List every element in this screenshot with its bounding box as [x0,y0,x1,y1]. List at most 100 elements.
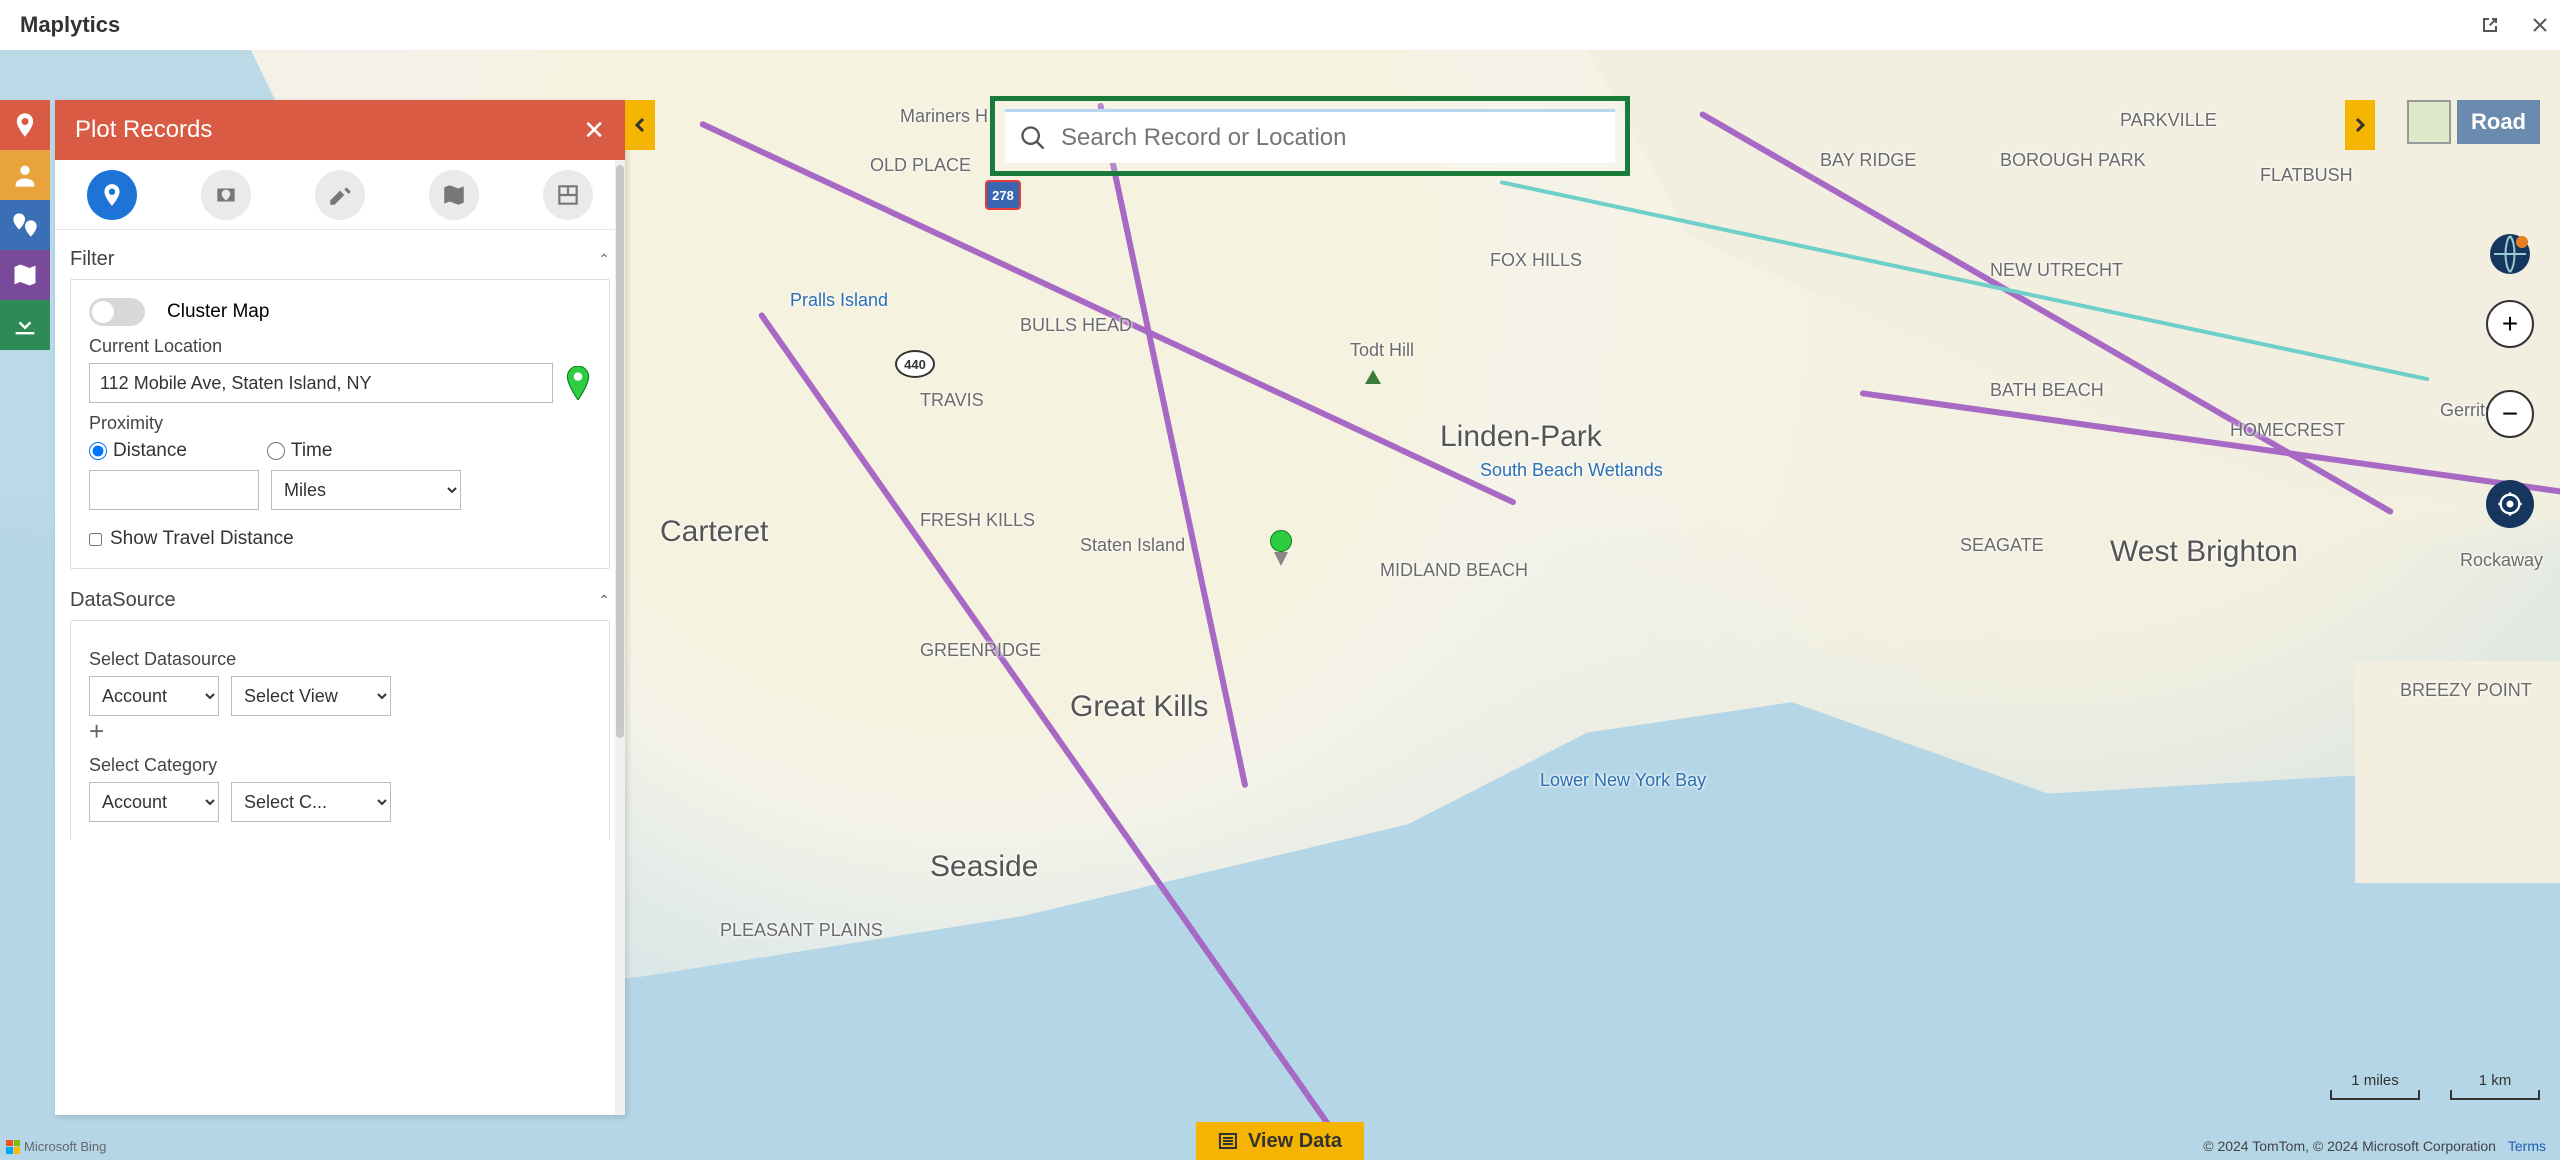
map-label: BULLS HEAD [1020,315,1132,336]
zoom-in-button[interactable]: + [2486,300,2534,348]
title-bar: Maplytics [0,0,2560,50]
current-location-input[interactable] [89,363,553,403]
left-nav [0,100,50,350]
search-input[interactable] [1061,124,1601,152]
map-label: Rockaway [2460,550,2543,571]
panel-body: Filter ⌃ Cluster Map Current Location Pr… [55,230,625,1115]
list-icon [1218,1131,1238,1151]
datasource-select[interactable]: Account [89,676,219,716]
map-label: HOMECREST [2230,420,2345,441]
distance-radio[interactable]: Distance [89,440,187,462]
tab-layout[interactable] [543,170,593,220]
map-label: PLEASANT PLAINS [720,920,883,941]
plot-records-panel: Plot Records ✕ Filter ⌃ Cluster Map Curr… [55,100,625,1115]
map-label: South Beach Wetlands [1480,460,1663,481]
map-label: Carteret [660,515,768,549]
map-label: FRESH KILLS [920,510,1035,531]
map-label: MIDLAND BEACH [1380,560,1528,581]
map-label: NEW UTRECHT [1990,260,2123,281]
view-data-label: View Data [1248,1130,1342,1153]
map-label: BAY RIDGE [1820,150,1916,171]
select-datasource-label: Select Datasource [89,649,591,670]
workspace: 278 440 Mariners H OLD PLACE PARKVILLE BAY … [0,50,2560,1160]
map-label: FOX HILLS [1490,250,1582,271]
search-box [1005,109,1615,163]
map-label: West Brighton [2110,535,2298,569]
globe-icon[interactable] [2486,230,2534,278]
location-pin-icon[interactable] [565,366,591,400]
map-label: Great Kills [1070,690,1208,724]
map-label: Pralls Island [790,290,888,311]
filter-section-header[interactable]: Filter ⌃ [70,240,610,279]
download-nav[interactable] [0,300,50,350]
filter-section: Cluster Map Current Location Proximity D… [70,279,610,569]
poi-marker [1365,370,1381,389]
route-440-badge: 440 [895,350,935,378]
map-label: Todt Hill [1350,340,1414,361]
map-label: Lower New York Bay [1540,770,1706,791]
category-ds-select[interactable]: Account [89,782,219,822]
app-title: Maplytics [20,12,120,38]
panel-header: Plot Records ✕ [55,100,625,160]
map-label: OLD PLACE [870,155,971,176]
map-label: BATH BEACH [1990,380,2104,401]
close-window-icon[interactable] [2530,15,2550,35]
tab-location[interactable] [87,170,137,220]
map-type-thumb [2407,100,2451,144]
zoom-out-button[interactable]: − [2486,390,2534,438]
proximity-unit-select[interactable]: Miles [271,470,461,510]
panel-title: Plot Records [75,116,212,144]
map-label: BOROUGH PARK [2000,150,2146,171]
collapse-left-handle[interactable] [625,100,655,150]
popout-icon[interactable] [2480,15,2500,35]
collapse-right-handle[interactable] [2345,100,2375,150]
search-highlight-frame [990,96,1630,176]
time-radio[interactable]: Time [267,440,333,462]
microsoft-logo-icon [6,1140,20,1154]
cluster-map-toggle[interactable] [89,298,145,326]
panel-tabs [55,160,625,230]
current-location-pin[interactable] [1270,530,1292,566]
territory-nav[interactable] [0,250,50,300]
proximity-label: Proximity [89,413,591,434]
search-icon [1019,124,1047,152]
panel-close-icon[interactable]: ✕ [583,115,605,146]
map-label: Staten Island [1080,535,1185,556]
map-label: Seaside [930,850,1038,884]
map-label: GREENRIDGE [920,640,1041,661]
team-nav[interactable] [0,150,50,200]
datasource-section-header[interactable]: DataSource ⌃ [70,581,610,620]
add-datasource-button[interactable]: + [89,716,117,744]
proximity-value-input[interactable] [89,470,259,510]
category-select[interactable]: Select C... [231,782,391,822]
terms-link[interactable]: Terms [2508,1138,2546,1154]
scale-miles: 1 miles [2330,1090,2420,1100]
tab-territory[interactable] [429,170,479,220]
datasource-section: Select Datasource Account Select View + … [70,620,610,840]
view-select[interactable]: Select View [231,676,391,716]
map-type-selector[interactable]: Road [2407,100,2540,144]
map-label: Linden-Park [1440,420,1602,454]
show-travel-label: Show Travel Distance [110,528,294,550]
map-label: PARKVILLE [2120,110,2217,131]
map-attribution: © 2024 TomTom, © 2024 Microsoft Corporat… [2203,1138,2546,1154]
chevron-up-icon: ⌃ [598,251,610,268]
map-label: TRAVIS [920,390,984,411]
map-type-label: Road [2457,100,2540,144]
show-travel-checkbox[interactable] [89,533,102,546]
scalebar: 1 miles 1 km [2330,1090,2540,1100]
poi-nav[interactable] [0,200,50,250]
scale-km: 1 km [2450,1090,2540,1100]
locate-me-button[interactable] [2486,480,2534,528]
tab-draw[interactable] [315,170,365,220]
plot-records-nav[interactable] [0,100,50,150]
tab-region[interactable] [201,170,251,220]
filter-heading: Filter [70,248,114,271]
view-data-button[interactable]: View Data [1196,1122,1364,1160]
map-label: Mariners H [900,106,988,127]
route-278-badge: 278 [985,180,1021,210]
panel-scrollbar[interactable] [615,160,625,1115]
current-location-label: Current Location [89,336,591,357]
map-label: SEAGATE [1960,535,2044,556]
map-label: BREEZY POINT [2400,680,2532,701]
